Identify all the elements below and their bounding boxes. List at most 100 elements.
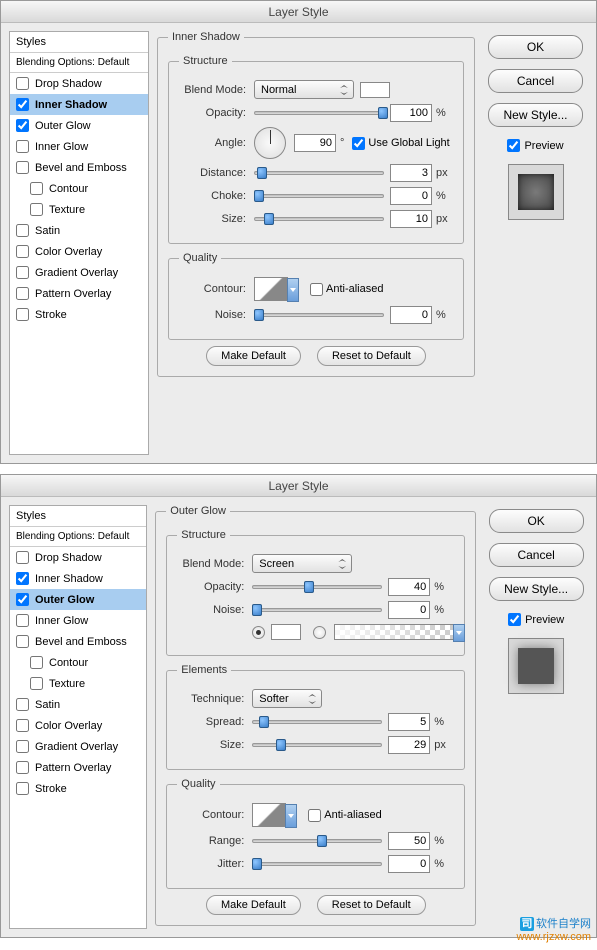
blend-mode-dropdown[interactable]: Screen [252,554,352,573]
ok-button[interactable]: OK [488,35,583,59]
blend-mode-dropdown[interactable]: Normal [254,80,354,99]
style-checkbox[interactable] [16,614,29,627]
style-item-outer-glow[interactable]: Outer Glow [10,115,148,136]
style-checkbox[interactable] [16,572,29,585]
preview-check[interactable]: Preview [508,613,564,626]
solid-color-radio[interactable] [252,626,265,639]
style-item-outer-glow[interactable]: Outer Glow [10,589,146,610]
styles-header[interactable]: Styles [10,32,148,53]
range-slider[interactable] [252,834,382,848]
style-item-inner-shadow[interactable]: Inner Shadow [10,568,146,589]
style-item-color-overlay[interactable]: Color Overlay [10,241,148,262]
opacity-input[interactable] [390,104,432,122]
style-checkbox[interactable] [16,761,29,774]
anti-aliased-checkbox[interactable] [310,283,323,296]
ok-button[interactable]: OK [489,509,584,533]
style-item-pattern-overlay[interactable]: Pattern Overlay [10,283,148,304]
style-item-texture[interactable]: Texture [10,199,148,220]
style-checkbox[interactable] [16,719,29,732]
style-item-contour[interactable]: Contour [10,652,146,673]
style-item-satin[interactable]: Satin [10,694,146,715]
make-default-button[interactable]: Make Default [206,895,301,915]
anti-aliased-checkbox[interactable] [308,809,321,822]
style-item-satin[interactable]: Satin [10,220,148,241]
style-item-inner-glow[interactable]: Inner Glow [10,136,148,157]
technique-dropdown[interactable]: Softer [252,689,322,708]
chevron-down-icon[interactable] [285,804,297,828]
style-checkbox[interactable] [16,245,29,258]
reset-default-button[interactable]: Reset to Default [317,346,426,366]
style-checkbox[interactable] [16,782,29,795]
new-style-button[interactable]: New Style... [488,103,583,127]
style-checkbox[interactable] [30,677,43,690]
style-item-bevel-and-emboss[interactable]: Bevel and Emboss [10,631,146,652]
spread-input[interactable] [388,713,430,731]
style-checkbox[interactable] [16,119,29,132]
noise-slider[interactable] [252,603,382,617]
styles-header[interactable]: Styles [10,506,146,527]
blending-options[interactable]: Blending Options: Default [10,527,146,547]
style-checkbox[interactable] [16,77,29,90]
style-checkbox[interactable] [16,593,29,606]
style-item-inner-shadow[interactable]: Inner Shadow [10,94,148,115]
gradient-radio[interactable] [313,626,326,639]
style-checkbox[interactable] [16,161,29,174]
style-checkbox[interactable] [16,98,29,111]
style-checkbox[interactable] [16,635,29,648]
spread-slider[interactable] [252,715,382,729]
style-item-contour[interactable]: Contour [10,178,148,199]
style-checkbox[interactable] [30,203,43,216]
distance-input[interactable] [390,164,432,182]
cancel-button[interactable]: Cancel [489,543,584,567]
style-item-stroke[interactable]: Stroke [10,304,148,325]
choke-slider[interactable] [254,189,384,203]
style-checkbox[interactable] [30,656,43,669]
choke-input[interactable] [390,187,432,205]
size-slider[interactable] [254,212,384,226]
jitter-input[interactable] [388,855,430,873]
noise-input[interactable] [388,601,430,619]
size-slider[interactable] [252,738,382,752]
style-item-drop-shadow[interactable]: Drop Shadow [10,547,146,568]
noise-slider[interactable] [254,308,384,322]
contour-picker[interactable] [252,803,286,827]
chevron-down-icon[interactable] [287,278,299,302]
style-checkbox[interactable] [16,287,29,300]
preview-checkbox[interactable] [507,139,520,152]
style-item-texture[interactable]: Texture [10,673,146,694]
make-default-button[interactable]: Make Default [206,346,301,366]
cancel-button[interactable]: Cancel [488,69,583,93]
style-item-gradient-overlay[interactable]: Gradient Overlay [10,262,148,283]
style-item-pattern-overlay[interactable]: Pattern Overlay [10,757,146,778]
chevron-down-icon[interactable] [453,624,465,642]
preview-checkbox[interactable] [508,613,521,626]
style-checkbox[interactable] [16,698,29,711]
new-style-button[interactable]: New Style... [489,577,584,601]
opacity-slider[interactable] [252,580,382,594]
jitter-slider[interactable] [252,857,382,871]
style-checkbox[interactable] [16,266,29,279]
preview-check[interactable]: Preview [507,139,563,152]
style-checkbox[interactable] [16,740,29,753]
noise-input[interactable] [390,306,432,324]
opacity-slider[interactable] [254,106,384,120]
opacity-input[interactable] [388,578,430,596]
gradient-picker[interactable] [334,624,454,640]
style-item-inner-glow[interactable]: Inner Glow [10,610,146,631]
shadow-color-swatch[interactable] [360,82,390,98]
contour-picker[interactable] [254,277,288,301]
range-input[interactable] [388,832,430,850]
angle-input[interactable] [294,134,336,152]
style-checkbox[interactable] [16,308,29,321]
size-input[interactable] [390,210,432,228]
size-input[interactable] [388,736,430,754]
style-item-gradient-overlay[interactable]: Gradient Overlay [10,736,146,757]
style-checkbox[interactable] [16,140,29,153]
style-checkbox[interactable] [30,182,43,195]
style-item-bevel-and-emboss[interactable]: Bevel and Emboss [10,157,148,178]
distance-slider[interactable] [254,166,384,180]
style-checkbox[interactable] [16,224,29,237]
blending-options[interactable]: Blending Options: Default [10,53,148,73]
style-item-drop-shadow[interactable]: Drop Shadow [10,73,148,94]
use-global-light-checkbox[interactable] [352,137,365,150]
